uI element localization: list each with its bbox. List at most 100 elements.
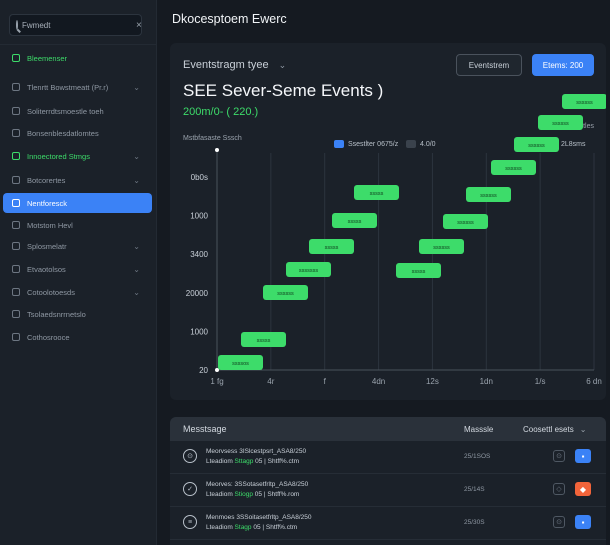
row-time: 25/14S xyxy=(464,486,485,493)
bar-label: sssss xyxy=(412,269,426,275)
row-detail-green: Stagp xyxy=(234,524,252,531)
col-module[interactable]: Masssle xyxy=(464,425,493,434)
row-detail: Lteadiom Stiogp 05 | Shtff%.rom xyxy=(206,491,299,498)
x-tick-label: 4dn xyxy=(372,377,385,386)
nav-icon xyxy=(12,242,20,250)
bar-label: sssss xyxy=(348,219,362,225)
sidebar-item[interactable]: Cotoolotoesds ⌄ xyxy=(3,282,152,302)
nav-icon xyxy=(12,107,20,115)
sidebar-item-label: Cotoolotoesds xyxy=(27,287,75,297)
row-detail-green: Stiogp xyxy=(234,491,253,498)
sidebar-item[interactable]: Innoectored Stmgs ⌄ xyxy=(3,146,152,166)
row-detail-a: Lteadiom xyxy=(206,458,235,465)
row-detail-b: 05 | Shtff%.rom xyxy=(252,491,300,498)
page-title: Dkocesptoem Ewerc xyxy=(172,12,287,26)
sidebar-item[interactable]: Tsolaedsnrrnetslo xyxy=(3,304,152,324)
nav-icon xyxy=(12,83,20,91)
sidebar-item-label: Botcorertes xyxy=(27,175,66,185)
chevron-down-icon: ⌄ xyxy=(133,175,140,185)
bar-label: ssssss xyxy=(457,220,474,226)
axis-origin-dot xyxy=(215,148,219,152)
sidebar-item-label: Tlenrtt Bowstmeatt (Pr.r) xyxy=(27,82,109,92)
bar-label: ssssss xyxy=(277,291,294,297)
sidebar-item[interactable]: Cothosrooce xyxy=(3,327,152,347)
y-tick-label: 0b0s xyxy=(191,173,208,182)
chevron-down-icon: ⌄ xyxy=(133,151,140,161)
axis-origin-dot xyxy=(215,368,219,372)
chevron-down-icon: ⌄ xyxy=(579,424,587,434)
sidebar-divider xyxy=(0,44,157,45)
circle-icon[interactable]: ⊙ xyxy=(553,450,565,462)
bar-label: sssss xyxy=(257,338,271,344)
sidebar-item[interactable]: Nentforesck xyxy=(3,193,152,213)
y-tick-label: 1000 xyxy=(190,327,208,336)
row-detail-b: 05 | Shtff%.ctm xyxy=(251,524,298,531)
messages-table: Messtsage Masssle Coosettl esets ⌄ ⊙ Meorv… xyxy=(170,417,606,545)
sidebar-item-label: Splosmelatr xyxy=(27,241,67,251)
diamond-icon[interactable]: ◇ xyxy=(553,483,565,495)
sidebar-item-label: Motstom Hevl xyxy=(27,220,73,230)
col-message[interactable]: Messtsage xyxy=(183,424,227,434)
nav-icon xyxy=(12,288,20,296)
nav-icon xyxy=(12,54,20,62)
nav-icon xyxy=(12,152,20,160)
y-tick-label: 20000 xyxy=(186,289,209,298)
info-action-button[interactable]: ▪ xyxy=(575,515,591,529)
sidebar-item-label: Soliterrdtsmoestle toeh xyxy=(27,106,104,116)
chevron-down-icon: ⌄ xyxy=(133,264,140,274)
row-title: Meorves: 3SSotasetfrltp_ASA8/250 xyxy=(206,481,309,488)
bar-label: ssssss xyxy=(433,245,450,251)
nav-icon xyxy=(12,221,20,229)
col-events[interactable]: Coosettl esets ⌄ xyxy=(523,425,586,434)
row-detail-b: 05 | Shtff%.ctm xyxy=(253,458,299,465)
nav-icon xyxy=(12,199,20,207)
row-time: 25/30S xyxy=(464,519,485,526)
sidebar-item[interactable]: Splosmelatr ⌄ xyxy=(3,236,152,256)
sidebar-item-label: Etvaotolsos xyxy=(27,264,66,274)
info-action-button[interactable]: ▪ xyxy=(575,449,591,463)
table-row[interactable]: ✓ Meorves: 3SSotasetfrltp_ASA8/250 Lteadio… xyxy=(170,474,606,507)
sidebar-item[interactable]: Botcorertes ⌄ xyxy=(3,170,152,190)
bar-label: sssss xyxy=(325,245,339,251)
sidebar-item[interactable]: Bleemenser xyxy=(3,48,152,68)
y-tick-label: 3400 xyxy=(190,250,208,259)
bar-label: sssss xyxy=(370,191,384,197)
bar-label: sssssss xyxy=(299,268,319,274)
y-tick-label: 1000 xyxy=(190,212,208,221)
sidebar-item[interactable]: Bonsenblesdatlomtes xyxy=(3,123,152,143)
row-title: Meorvsess 3ISlcestpsrt_ASA8/250 xyxy=(206,448,307,455)
sidebar-item-label: Bleemenser xyxy=(27,53,68,63)
y-tick-label: 20 xyxy=(199,366,208,375)
bar-label: ssssss xyxy=(505,166,522,172)
search-box[interactable]: × xyxy=(9,14,142,36)
sidebar-item[interactable]: Motstom Hevl xyxy=(3,215,152,235)
sidebar-item[interactable]: Soliterrdtsmoestle toeh xyxy=(3,101,152,121)
table-row[interactable]: ⊙ Meorvsess 3ISlcestpsrt_ASA8/250 Lteadiom… xyxy=(170,441,606,474)
x-tick-label: 1 fg xyxy=(210,377,223,386)
list-icon: ≡ xyxy=(183,515,197,529)
sidebar-item[interactable]: Etvaotolsos ⌄ xyxy=(3,259,152,279)
chevron-down-icon: ⌄ xyxy=(133,82,140,92)
circle-icon[interactable]: ⊙ xyxy=(553,516,565,528)
sidebar-item-label: Tsolaedsnrrnetslo xyxy=(27,309,86,319)
nav-icon xyxy=(12,129,20,137)
nav-icon xyxy=(12,310,20,318)
row-detail: Lteadiom Sttagp 05 | Shtff%.ctm xyxy=(206,458,299,465)
sidebar-item[interactable]: Tlenrtt Bowstmeatt (Pr.r) ⌄ xyxy=(3,77,152,97)
sidebar-item-label: Bonsenblesdatlomtes xyxy=(27,128,99,138)
search-icon xyxy=(16,20,18,30)
table-header: Messtsage Masssle Coosettl esets ⌄ xyxy=(170,417,606,441)
clock-icon: ⊙ xyxy=(183,449,197,463)
search-input[interactable] xyxy=(22,20,132,30)
sidebar-item-label: Nentforesck xyxy=(27,198,68,208)
warning-action-button[interactable]: ◆ xyxy=(575,482,591,496)
check-icon: ✓ xyxy=(183,482,197,496)
sidebar: × Bleemenser Tlenrtt Bowstmeatt (Pr.r) ⌄ So… xyxy=(0,0,157,545)
nav-icon xyxy=(12,265,20,273)
table-row[interactable]: ≡ Menmoes 3SSoitasetfrltp_ASA8/250 Lteadio… xyxy=(170,507,606,540)
row-title: Menmoes 3SSoitasetfrltp_ASA8/250 xyxy=(206,514,312,521)
sidebar-item-label: Innoectored Stmgs xyxy=(27,151,90,161)
close-icon[interactable]: × xyxy=(136,20,142,31)
x-tick-label: 1/s xyxy=(535,377,546,386)
row-time: 25/1SOS xyxy=(464,453,491,460)
